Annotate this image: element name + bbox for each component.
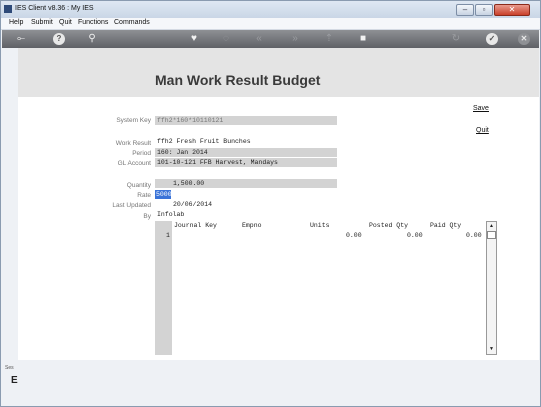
window-title: IES Client v8.36 : My IES (15, 5, 94, 12)
side-panel-edge: Ses E (5, 361, 18, 401)
last-updated-label: Last Updated (112, 202, 151, 209)
quit-link[interactable]: Quit (476, 127, 489, 134)
menu-quit[interactable]: Quit (59, 19, 72, 26)
gl-account-label: GL Account (117, 160, 151, 167)
last-updated-field: 20/06/2014 (173, 201, 213, 208)
col-units[interactable]: Units (310, 222, 330, 229)
row-index: 1 (166, 232, 170, 239)
refresh-icon[interactable]: ↻ (450, 32, 462, 46)
gl-account-field[interactable]: 101-10-121 FFB Harvest, Mandays (155, 158, 337, 167)
period-label: Period (132, 150, 151, 157)
forward-icon[interactable]: » (289, 32, 301, 46)
journal-grid: Journal Key Empno Units Posted Qty Paid … (155, 221, 497, 355)
cell-paid-qty[interactable]: 0.00 (466, 232, 482, 239)
quantity-label: Quantity (126, 182, 151, 189)
grid-row-header (155, 221, 172, 355)
system-key-label: System Key (116, 117, 151, 124)
app-window: IES Client v8.36 : My IES – ▫ ✕ Help Sub… (0, 0, 541, 407)
side-label: Ses (5, 365, 14, 371)
comment-icon[interactable]: ◌ (220, 32, 232, 46)
quantity-field[interactable]: 1,500.00 (155, 179, 337, 188)
app-icon (4, 5, 12, 13)
search-icon[interactable]: ⚲ (86, 32, 98, 46)
work-result-label: Work Result (115, 140, 151, 147)
help-icon[interactable]: ? (53, 33, 65, 45)
minimize-button[interactable]: – (456, 4, 474, 16)
menu-commands[interactable]: Commands (114, 19, 150, 26)
by-label: By (143, 213, 151, 220)
col-empno[interactable]: Empno (242, 222, 262, 229)
scroll-thumb[interactable] (487, 231, 496, 239)
work-result-field[interactable]: ffh2 Fresh Fruit Bunches (155, 137, 337, 146)
col-posted-qty[interactable]: Posted Qty (369, 222, 408, 229)
back-icon[interactable]: ⟜ (10, 32, 32, 46)
rate-field[interactable]: 5000 (155, 190, 172, 199)
menu-help[interactable]: Help (9, 19, 23, 26)
cell-posted-qty[interactable]: 0.00 (407, 232, 423, 239)
toolbar: ⟜ ? ⚲ ♥ ◌ « » ⇡ ■ ↻ ✓ ✕ (2, 30, 539, 48)
title-bar: IES Client v8.36 : My IES – ▫ ✕ (1, 1, 540, 18)
heart-icon[interactable]: ♥ (188, 32, 200, 46)
save-link[interactable]: Save (473, 105, 489, 112)
menu-functions[interactable]: Functions (78, 19, 108, 26)
rewind-icon[interactable]: « (253, 32, 265, 46)
header-band: Man Work Result Budget (18, 48, 539, 97)
maximize-button[interactable]: ▫ (475, 4, 493, 16)
scroll-down-icon[interactable]: ▼ (488, 346, 495, 353)
system-key-field: ffh2*160*10110121 (155, 116, 337, 125)
stop-icon[interactable]: ■ (357, 32, 369, 46)
by-field: Infolab (157, 211, 185, 218)
menu-submit[interactable]: Submit (31, 19, 53, 26)
period-field[interactable]: 160: Jan 2014 (155, 148, 337, 157)
rate-label: Rate (137, 192, 151, 199)
upload-icon[interactable]: ⇡ (323, 32, 335, 46)
col-journal-key[interactable]: Journal Key (174, 222, 217, 229)
close-icon[interactable]: ✕ (518, 33, 530, 45)
check-icon[interactable]: ✓ (486, 33, 498, 45)
table-row[interactable]: 1 0.00 0.00 0.00 (155, 231, 486, 240)
cell-units[interactable]: 0.00 (346, 232, 362, 239)
grid-scrollbar[interactable]: ▲ ▼ (486, 221, 497, 355)
grid-header: Journal Key Empno Units Posted Qty Paid … (172, 221, 486, 230)
menu-bar: Help Submit Quit Functions Commands (1, 18, 540, 30)
col-paid-qty[interactable]: Paid Qty (430, 222, 461, 229)
close-window-button[interactable]: ✕ (494, 4, 530, 16)
page-title: Man Work Result Budget (155, 72, 321, 88)
side-label-large: E (11, 375, 18, 386)
scroll-up-icon[interactable]: ▲ (488, 223, 495, 230)
